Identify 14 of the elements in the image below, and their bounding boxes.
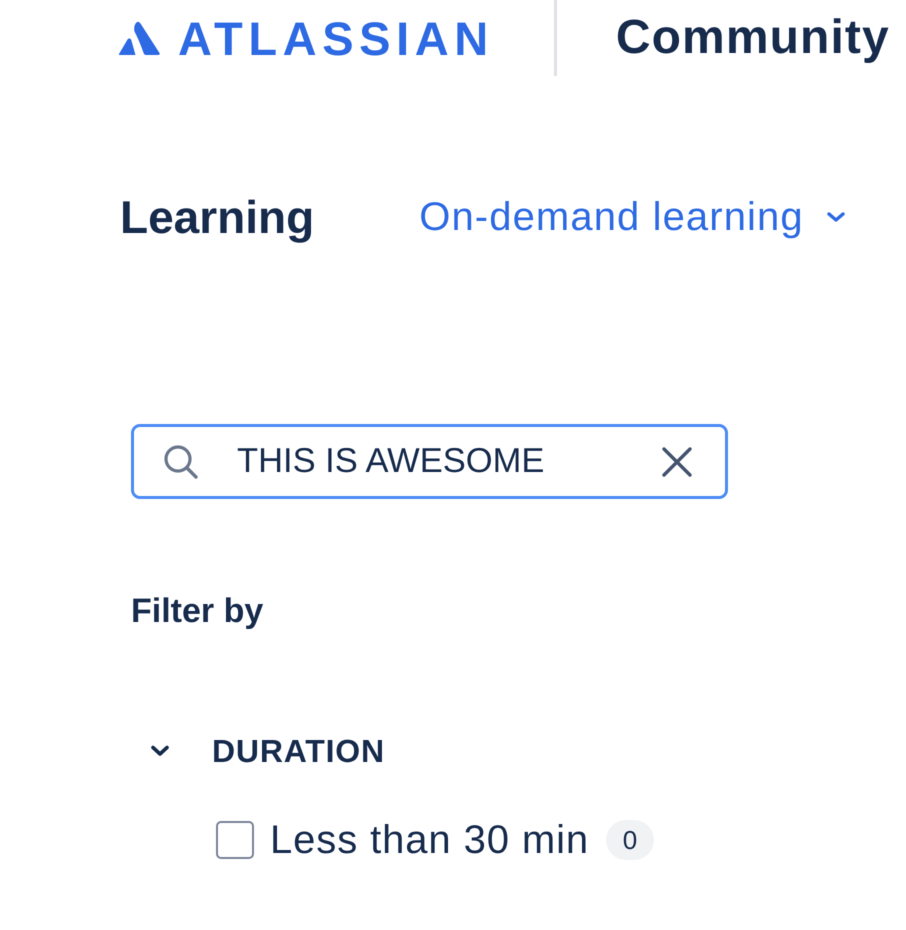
checkbox[interactable] [216, 821, 254, 859]
close-icon [661, 446, 693, 478]
caret-icon [826, 211, 846, 223]
search-field[interactable]: THIS IS AWESOME [131, 424, 728, 499]
count-badge: 0 [606, 820, 654, 860]
filter-heading: Filter by [131, 594, 264, 628]
learning-dropdown[interactable]: On-demand learning [419, 197, 846, 237]
option-label: Less than 30 min [270, 820, 590, 860]
clear-button[interactable] [661, 446, 693, 478]
logo-link[interactable]: ATLASSIAN [118, 14, 494, 62]
logo-icon [118, 21, 160, 55]
search-icon [163, 444, 199, 480]
filter-group-toggle[interactable]: DURATION [150, 735, 385, 767]
site-title: Community [616, 14, 890, 62]
